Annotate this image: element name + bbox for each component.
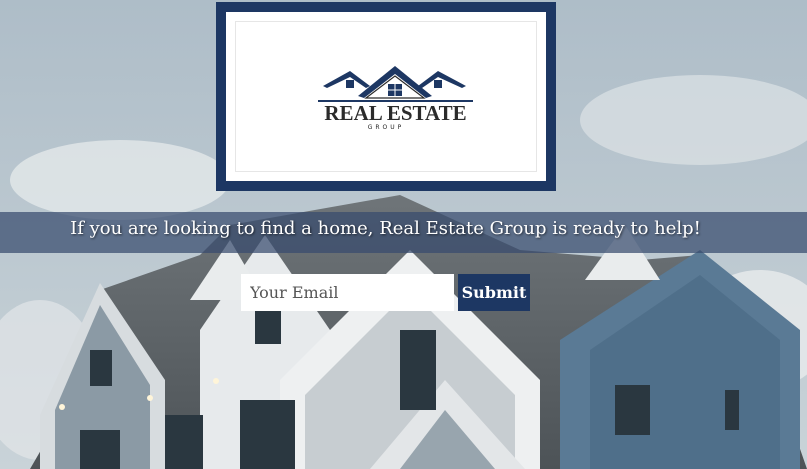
tagline-text: If you are looking to find a home, Real … — [70, 218, 701, 239]
logo-title: REAL ESTATE — [324, 101, 466, 122]
logo-card: REAL ESTATE GROUP — [236, 22, 536, 171]
logo-subtitle: GROUP — [367, 124, 405, 131]
house-roof-logo-icon: REAL ESTATE — [318, 66, 473, 122]
submit-button[interactable]: Submit — [458, 274, 530, 311]
logo-panel: REAL ESTATE GROUP — [226, 12, 546, 181]
email-input[interactable] — [241, 274, 454, 311]
logo-frame: REAL ESTATE GROUP — [216, 2, 556, 191]
